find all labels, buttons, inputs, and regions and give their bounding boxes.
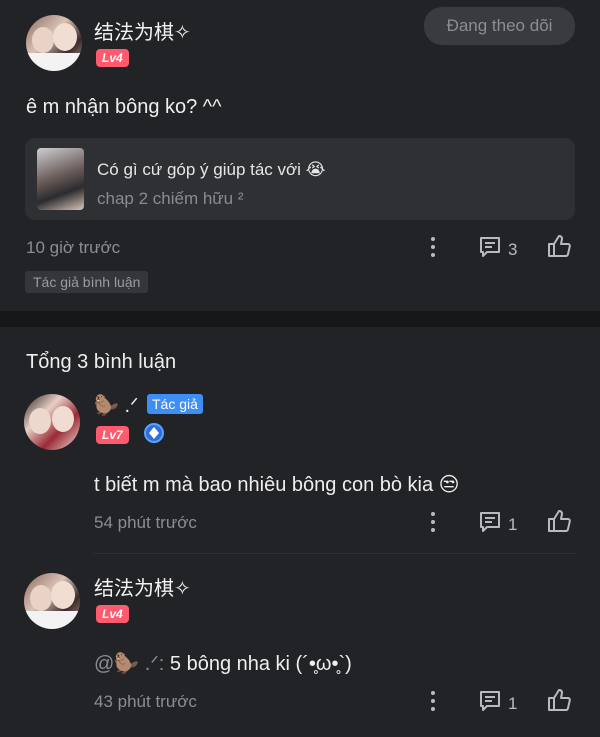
mention[interactable]: @🦫 .ᐟ: <box>94 653 164 675</box>
avatar[interactable] <box>26 15 82 71</box>
level-badge: Lv4 <box>96 49 129 67</box>
linked-chapter-card[interactable]: Có gì cứ góp ý giúp tác với 😭 chap 2 chi… <box>25 138 575 220</box>
post-text: ê m nhận bông ko? ^^ <box>26 96 222 118</box>
comment-timestamp: 43 phút trước <box>94 692 197 711</box>
comment-text: @🦫 .ᐟ: 5 bông nha ki (´•̥ω•̥`) <box>94 651 352 676</box>
chapter-card-subtitle: chap 2 chiếm hữu ² <box>97 189 244 208</box>
like-icon[interactable] <box>546 508 572 539</box>
comment-count: 3 <box>508 239 518 259</box>
reply-button[interactable]: 1 <box>478 510 517 539</box>
verified-icon <box>144 423 164 443</box>
chapter-thumbnail <box>37 148 84 210</box>
post-author-name[interactable]: 结法为棋✧ <box>94 16 191 45</box>
more-options-icon[interactable] <box>424 511 442 533</box>
level-badge: Lv7 <box>96 426 129 444</box>
comment-divider <box>94 553 575 554</box>
comment-author-name[interactable]: 结法为棋✧ <box>94 572 191 601</box>
like-icon[interactable] <box>546 233 572 264</box>
reply-count: 1 <box>508 693 518 713</box>
comment-icon <box>478 510 502 539</box>
author-comment-tag: Tác giả bình luận <box>25 271 149 293</box>
follow-button[interactable]: Đang theo dõi <box>424 7 575 45</box>
more-options-icon[interactable] <box>424 236 442 258</box>
comment-author-name[interactable]: 🦫 .ᐟ <box>94 393 138 418</box>
comment-icon <box>478 235 502 264</box>
comment-body: 5 bông nha ki (´•̥ω•̥`) <box>164 653 352 675</box>
comment-icon <box>478 689 502 718</box>
chapter-card-title: Có gì cứ góp ý giúp tác với 😭 <box>97 160 326 179</box>
comment-button[interactable]: 3 <box>478 235 517 264</box>
like-icon[interactable] <box>546 687 572 718</box>
comment-text: t biết m mà bao nhiêu bông con bò kia 😒 <box>94 474 460 496</box>
reply-count: 1 <box>508 514 518 534</box>
comments-total-title: Tổng 3 bình luận <box>26 351 177 373</box>
level-badge: Lv4 <box>96 605 129 623</box>
author-badge: Tác giả <box>147 394 203 414</box>
reply-button[interactable]: 1 <box>478 689 517 718</box>
avatar[interactable] <box>24 573 80 629</box>
comment-timestamp: 54 phút trước <box>94 513 197 532</box>
avatar[interactable] <box>24 394 80 450</box>
post-timestamp: 10 giờ trước <box>26 238 121 257</box>
section-divider <box>0 311 600 327</box>
more-options-icon[interactable] <box>424 690 442 712</box>
